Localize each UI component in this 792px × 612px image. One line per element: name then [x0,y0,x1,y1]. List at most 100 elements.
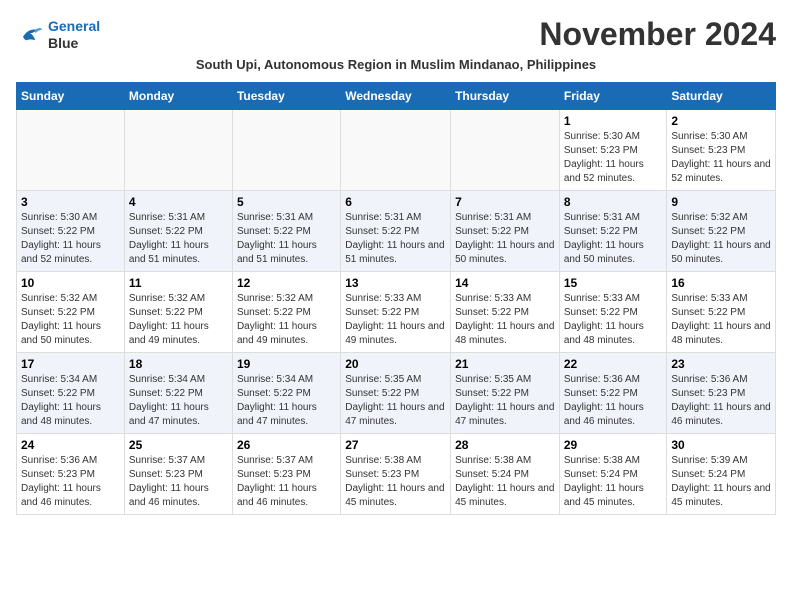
calendar-week-row: 1 Sunrise: 5:30 AM Sunset: 5:23 PM Daylig… [17,110,776,191]
day-number: 25 [129,438,228,452]
day-info: Sunrise: 5:33 AM Sunset: 5:22 PM Dayligh… [671,292,771,348]
day-number: 14 [455,276,555,290]
day-number: 4 [129,195,228,209]
day-info: Sunrise: 5:31 AM Sunset: 5:22 PM Dayligh… [564,211,663,267]
logo-icon [16,21,44,49]
calendar-cell: 11 Sunrise: 5:32 AM Sunset: 5:22 PM Dayli… [124,272,232,353]
day-info: Sunrise: 5:33 AM Sunset: 5:22 PM Dayligh… [345,292,446,348]
day-info: Sunrise: 5:32 AM Sunset: 5:22 PM Dayligh… [21,292,120,348]
logo-line2: Blue [48,35,100,52]
day-info: Sunrise: 5:38 AM Sunset: 5:23 PM Dayligh… [345,454,446,510]
calendar-cell: 24 Sunrise: 5:36 AM Sunset: 5:23 PM Dayli… [17,434,125,515]
calendar-cell: 28 Sunrise: 5:38 AM Sunset: 5:24 PM Dayli… [451,434,560,515]
calendar-cell: 9Sunrise: 5:32 AM Sunset: 5:22 PM Daylig… [667,191,776,272]
calendar-cell: 7 Sunrise: 5:31 AM Sunset: 5:22 PM Daylig… [451,191,560,272]
calendar-cell: 30Sunrise: 5:39 AM Sunset: 5:24 PM Dayli… [667,434,776,515]
day-number: 27 [345,438,446,452]
calendar-cell [17,110,125,191]
day-number: 26 [237,438,336,452]
day-info: Sunrise: 5:38 AM Sunset: 5:24 PM Dayligh… [564,454,663,510]
day-info: Sunrise: 5:32 AM Sunset: 5:22 PM Dayligh… [237,292,336,348]
day-number: 20 [345,357,446,371]
calendar-cell [232,110,340,191]
day-info: Sunrise: 5:33 AM Sunset: 5:22 PM Dayligh… [564,292,663,348]
calendar-cell: 26Sunrise: 5:37 AM Sunset: 5:23 PM Dayli… [232,434,340,515]
calendar-cell: 20 Sunrise: 5:35 AM Sunset: 5:22 PM Dayli… [341,353,451,434]
day-info: Sunrise: 5:34 AM Sunset: 5:22 PM Dayligh… [237,373,336,429]
day-number: 8 [564,195,663,209]
day-info: Sunrise: 5:30 AM Sunset: 5:23 PM Dayligh… [564,130,663,186]
calendar-week-row: 3Sunrise: 5:30 AM Sunset: 5:22 PM Daylig… [17,191,776,272]
weekday-header-tuesday: Tuesday [232,83,340,110]
day-number: 12 [237,276,336,290]
calendar-week-row: 17 Sunrise: 5:34 AM Sunset: 5:22 PM Dayli… [17,353,776,434]
day-number: 18 [129,357,228,371]
day-info: Sunrise: 5:35 AM Sunset: 5:22 PM Dayligh… [345,373,446,429]
weekday-header-friday: Friday [559,83,667,110]
logo-line1: General [48,18,100,34]
calendar-table: SundayMondayTuesdayWednesdayThursdayFrid… [16,82,776,515]
day-number: 5 [237,195,336,209]
calendar-cell: 10Sunrise: 5:32 AM Sunset: 5:22 PM Dayli… [17,272,125,353]
calendar-week-row: 24 Sunrise: 5:36 AM Sunset: 5:23 PM Dayli… [17,434,776,515]
day-number: 3 [21,195,120,209]
calendar-cell [124,110,232,191]
day-info: Sunrise: 5:32 AM Sunset: 5:22 PM Dayligh… [671,211,771,267]
calendar-cell: 23Sunrise: 5:36 AM Sunset: 5:23 PM Dayli… [667,353,776,434]
calendar-cell: 3Sunrise: 5:30 AM Sunset: 5:22 PM Daylig… [17,191,125,272]
day-info: Sunrise: 5:38 AM Sunset: 5:24 PM Dayligh… [455,454,555,510]
calendar-cell: 19 Sunrise: 5:34 AM Sunset: 5:22 PM Dayli… [232,353,340,434]
day-number: 28 [455,438,555,452]
day-number: 30 [671,438,771,452]
calendar-cell: 1 Sunrise: 5:30 AM Sunset: 5:23 PM Daylig… [559,110,667,191]
day-info: Sunrise: 5:34 AM Sunset: 5:22 PM Dayligh… [129,373,228,429]
day-number: 2 [671,114,771,128]
day-number: 11 [129,276,228,290]
weekday-header-row: SundayMondayTuesdayWednesdayThursdayFrid… [17,83,776,110]
calendar-cell [341,110,451,191]
calendar-cell: 16 Sunrise: 5:33 AM Sunset: 5:22 PM Dayli… [667,272,776,353]
day-info: Sunrise: 5:32 AM Sunset: 5:22 PM Dayligh… [129,292,228,348]
day-info: Sunrise: 5:37 AM Sunset: 5:23 PM Dayligh… [129,454,228,510]
weekday-header-sunday: Sunday [17,83,125,110]
calendar-cell: 12 Sunrise: 5:32 AM Sunset: 5:22 PM Dayli… [232,272,340,353]
day-number: 1 [564,114,663,128]
logo-text: General Blue [48,18,100,52]
day-number: 13 [345,276,446,290]
calendar-cell: 15 Sunrise: 5:33 AM Sunset: 5:22 PM Dayli… [559,272,667,353]
day-number: 6 [345,195,446,209]
calendar-cell: 4 Sunrise: 5:31 AM Sunset: 5:22 PM Daylig… [124,191,232,272]
day-info: Sunrise: 5:34 AM Sunset: 5:22 PM Dayligh… [21,373,120,429]
day-info: Sunrise: 5:33 AM Sunset: 5:22 PM Dayligh… [455,292,555,348]
calendar-cell: 6 Sunrise: 5:31 AM Sunset: 5:22 PM Daylig… [341,191,451,272]
day-number: 15 [564,276,663,290]
day-number: 29 [564,438,663,452]
day-info: Sunrise: 5:35 AM Sunset: 5:22 PM Dayligh… [455,373,555,429]
day-info: Sunrise: 5:36 AM Sunset: 5:23 PM Dayligh… [21,454,120,510]
logo: General Blue [16,18,100,52]
day-info: Sunrise: 5:31 AM Sunset: 5:22 PM Dayligh… [345,211,446,267]
calendar-cell: 27 Sunrise: 5:38 AM Sunset: 5:23 PM Dayli… [341,434,451,515]
day-number: 21 [455,357,555,371]
weekday-header-wednesday: Wednesday [341,83,451,110]
day-number: 7 [455,195,555,209]
day-info: Sunrise: 5:31 AM Sunset: 5:22 PM Dayligh… [237,211,336,267]
weekday-header-thursday: Thursday [451,83,560,110]
calendar-cell: 17 Sunrise: 5:34 AM Sunset: 5:22 PM Dayli… [17,353,125,434]
day-number: 24 [21,438,120,452]
calendar-cell [451,110,560,191]
weekday-header-monday: Monday [124,83,232,110]
day-number: 17 [21,357,120,371]
calendar-cell: 14 Sunrise: 5:33 AM Sunset: 5:22 PM Dayli… [451,272,560,353]
calendar-cell: 29 Sunrise: 5:38 AM Sunset: 5:24 PM Dayli… [559,434,667,515]
month-title: November 2024 [539,16,776,53]
page-header: General Blue November 2024 [16,16,776,53]
calendar-cell: 18 Sunrise: 5:34 AM Sunset: 5:22 PM Dayli… [124,353,232,434]
day-number: 19 [237,357,336,371]
calendar-cell: 25 Sunrise: 5:37 AM Sunset: 5:23 PM Dayli… [124,434,232,515]
day-info: Sunrise: 5:31 AM Sunset: 5:22 PM Dayligh… [129,211,228,267]
calendar-cell: 13 Sunrise: 5:33 AM Sunset: 5:22 PM Dayli… [341,272,451,353]
calendar-cell: 5 Sunrise: 5:31 AM Sunset: 5:22 PM Daylig… [232,191,340,272]
day-number: 16 [671,276,771,290]
day-info: Sunrise: 5:31 AM Sunset: 5:22 PM Dayligh… [455,211,555,267]
